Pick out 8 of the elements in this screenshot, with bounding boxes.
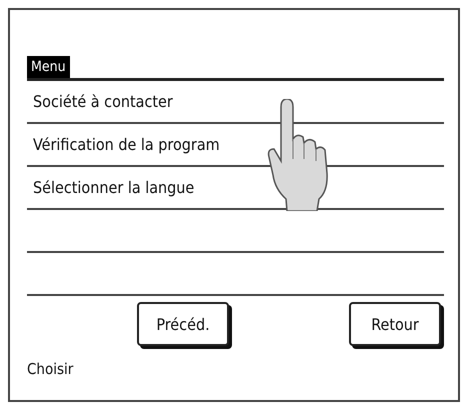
pointing-hand-icon xyxy=(267,99,331,211)
menu-item[interactable]: Vérification de la program xyxy=(33,135,220,154)
status-text: Choisir xyxy=(27,360,74,378)
menu-title: Menu xyxy=(27,56,70,78)
nav-button[interactable]: Retour xyxy=(349,302,441,346)
menu-item[interactable]: Société à contacter xyxy=(33,92,173,111)
menu-item[interactable]: Sélectionner la langue xyxy=(33,178,194,197)
nav-button[interactable]: Précéd. xyxy=(137,302,229,346)
